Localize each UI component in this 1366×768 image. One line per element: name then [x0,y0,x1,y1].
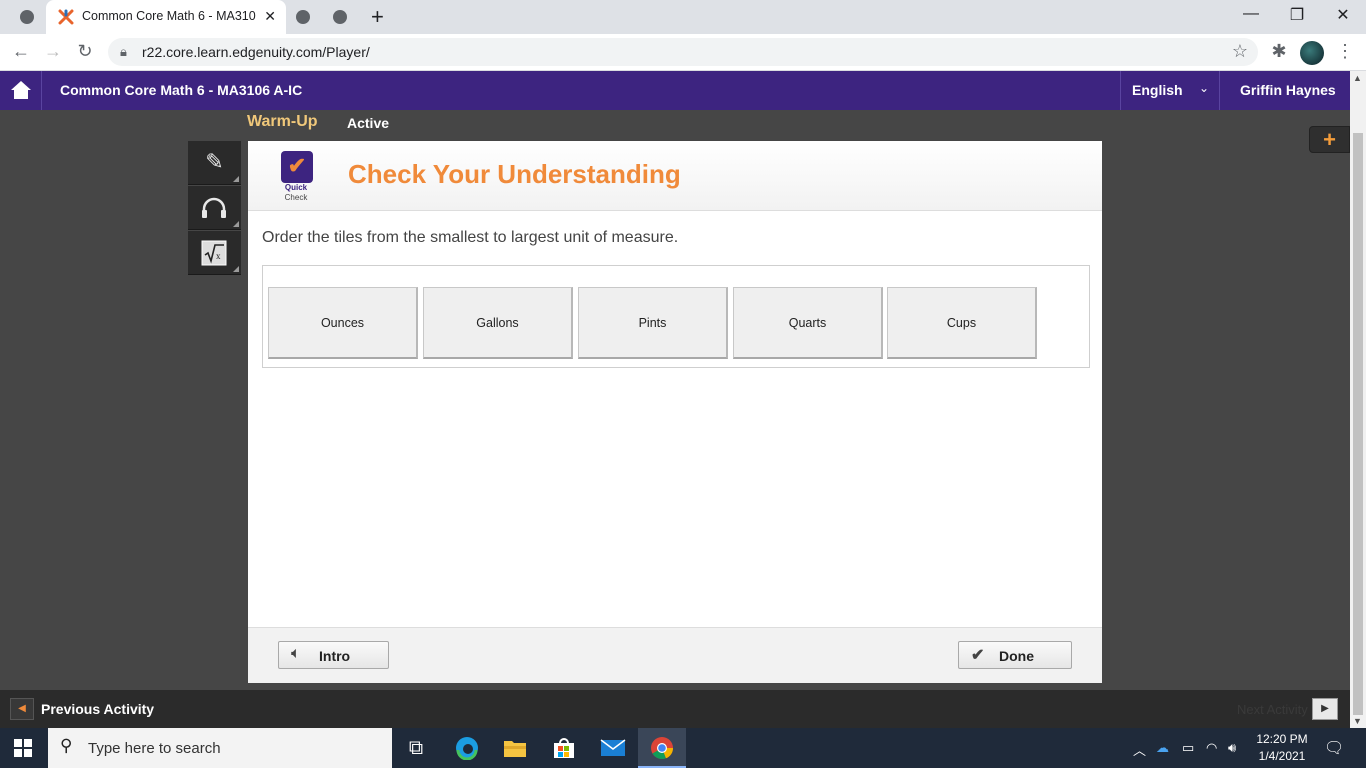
logo-text: Check [284,193,308,202]
done-label: Done [999,648,1034,664]
browser-tab-strip: Common Core Math 6 - MA3106 ✕ + — ❐ ✕ [0,0,1366,34]
calculator-tool-button[interactable]: x [188,231,241,275]
close-window-icon[interactable]: ✕ [1328,5,1358,25]
windows-taskbar: ⚲ Type here to search ⧉ ︿ ☁ ▭ ◠ 🔊︎ 12:20… [0,728,1366,768]
new-tab-icon[interactable]: + [371,4,384,30]
activity-nav-bar: ◀ Previous Activity Next Activity ▶ [0,690,1350,728]
volume-icon[interactable]: 🔊︎ [1228,740,1236,756]
question-prompt: Order the tiles from the smallest to lar… [262,229,679,246]
draggable-tile[interactable]: Pints [578,287,728,359]
panel-footer: 🔈︎ Intro ✔ Done [248,627,1102,683]
previous-activity-link[interactable]: Previous Activity [41,701,154,717]
clock-time[interactable]: 12:20 PM [1254,732,1310,746]
previous-activity-arrow-icon[interactable]: ◀ [10,698,34,720]
extensions-icon[interactable]: ✱ [1268,41,1290,62]
logo-text: Quick [284,183,308,192]
audio-tool-button[interactable] [188,186,241,230]
draggable-tile[interactable]: Gallons [423,287,573,359]
tray-chevron-up-icon[interactable]: ︿ [1133,740,1146,759]
address-bar[interactable]: 🔒︎ r22.core.learn.edgenuity.com/Player/ … [108,38,1258,66]
lock-icon[interactable]: 🔒︎ [120,44,127,60]
plus-icon[interactable]: + [1309,126,1350,153]
battery-icon[interactable]: ▭ [1182,740,1194,756]
draggable-tile[interactable]: Ounces [268,287,418,359]
browser-tab-active[interactable]: Common Core Math 6 - MA3106 ✕ [46,0,286,34]
tab-favicon-dot[interactable] [20,10,34,24]
browser-toolbar: ← → ↻ 🔒︎ r22.core.learn.edgenuity.com/Pl… [0,34,1366,71]
tab-title: Common Core Math 6 - MA3106 [82,9,256,23]
search-icon: ⚲ [60,736,73,755]
calculator-icon: x [201,240,227,266]
chrome-taskbar-icon[interactable] [638,728,686,768]
pencil-tool-button[interactable]: ✎ [188,141,241,185]
restore-icon[interactable]: ❐ [1282,5,1312,25]
mail-icon[interactable] [589,728,637,768]
tile-tray: Ounces Gallons Pints Quarts Cups [262,265,1090,368]
draggable-tile[interactable]: Quarts [733,287,883,359]
intro-button[interactable]: 🔈︎ Intro [278,641,389,669]
tools-rail: ✎ x [188,141,241,276]
check-icon: ✔ [971,647,985,664]
intro-label: Intro [319,648,351,664]
minimize-icon[interactable]: — [1236,5,1266,23]
search-placeholder: Type here to search [88,740,221,757]
home-icon [11,81,31,99]
done-button[interactable]: ✔ Done [958,641,1072,669]
headphones-icon [202,197,226,218]
language-label: English [1132,82,1183,98]
scroll-thumb[interactable] [1353,133,1363,715]
taskbar-search-input[interactable]: ⚲ Type here to search [48,728,392,768]
bookmark-star-icon[interactable]: ☆ [1232,41,1248,62]
home-button[interactable] [0,71,42,110]
chevron-down-icon: ⌄ [1199,81,1210,95]
notifications-icon[interactable]: 🗨︎ [1324,738,1344,758]
page-scrollbar[interactable]: ▲ ▼ [1350,71,1366,728]
profile-avatar[interactable] [1300,41,1324,65]
chrome-menu-icon[interactable]: ⋮ [1334,41,1356,62]
draggable-tile[interactable]: Cups [887,287,1037,359]
speaker-icon: 🔈︎ [291,645,301,662]
pencil-icon: ✎ [205,149,224,174]
svg-text:x: x [216,251,221,261]
back-icon[interactable]: ← [10,41,32,62]
activity-name: Warm-Up [247,113,318,130]
panel-header: ✔ Quick Check Check Your Understanding [248,141,1102,211]
quick-check-panel: ✔ Quick Check Check Your Understanding O… [248,141,1102,683]
user-name[interactable]: Griffin Haynes [1240,82,1336,98]
next-activity-arrow-icon[interactable]: ▶ [1312,698,1338,720]
edge-icon[interactable] [443,728,491,768]
scroll-up-icon[interactable]: ▲ [1353,73,1362,83]
app-header: Common Core Math 6 - MA3106 A-IC English… [0,71,1350,110]
wifi-icon[interactable]: ◠ [1206,740,1217,756]
panel-title: Check Your Understanding [348,159,681,189]
next-activity-link[interactable]: Next Activity [1237,702,1308,717]
store-icon[interactable] [540,728,588,768]
tool-corner-marker [233,176,239,182]
file-explorer-icon[interactable] [491,728,539,768]
language-select[interactable]: English ⌄ [1120,71,1220,110]
clock-date[interactable]: 1/4/2021 [1254,749,1310,763]
scroll-down-icon[interactable]: ▼ [1353,716,1362,726]
tab-favicon-dot[interactable] [333,10,347,24]
url-text: r22.core.learn.edgenuity.com/Player/ [142,44,370,60]
edgenuity-favicon-icon [58,9,74,25]
onedrive-cloud-icon[interactable]: ☁ [1156,740,1169,756]
tool-corner-marker [233,266,239,272]
tab-favicon-dot[interactable] [296,10,310,24]
reload-icon[interactable]: ↻ [74,41,96,62]
forward-icon[interactable]: → [42,41,64,62]
check-icon: ✔ [287,153,307,178]
tab-close-icon[interactable]: ✕ [264,8,276,25]
quick-check-logo: ✔ [281,151,313,183]
activity-status: Active [347,115,390,131]
tool-corner-marker [233,221,239,227]
windows-start-icon[interactable] [14,739,32,757]
course-title: Common Core Math 6 - MA3106 A-IC [60,82,303,98]
task-view-icon[interactable]: ⧉ [392,728,440,768]
